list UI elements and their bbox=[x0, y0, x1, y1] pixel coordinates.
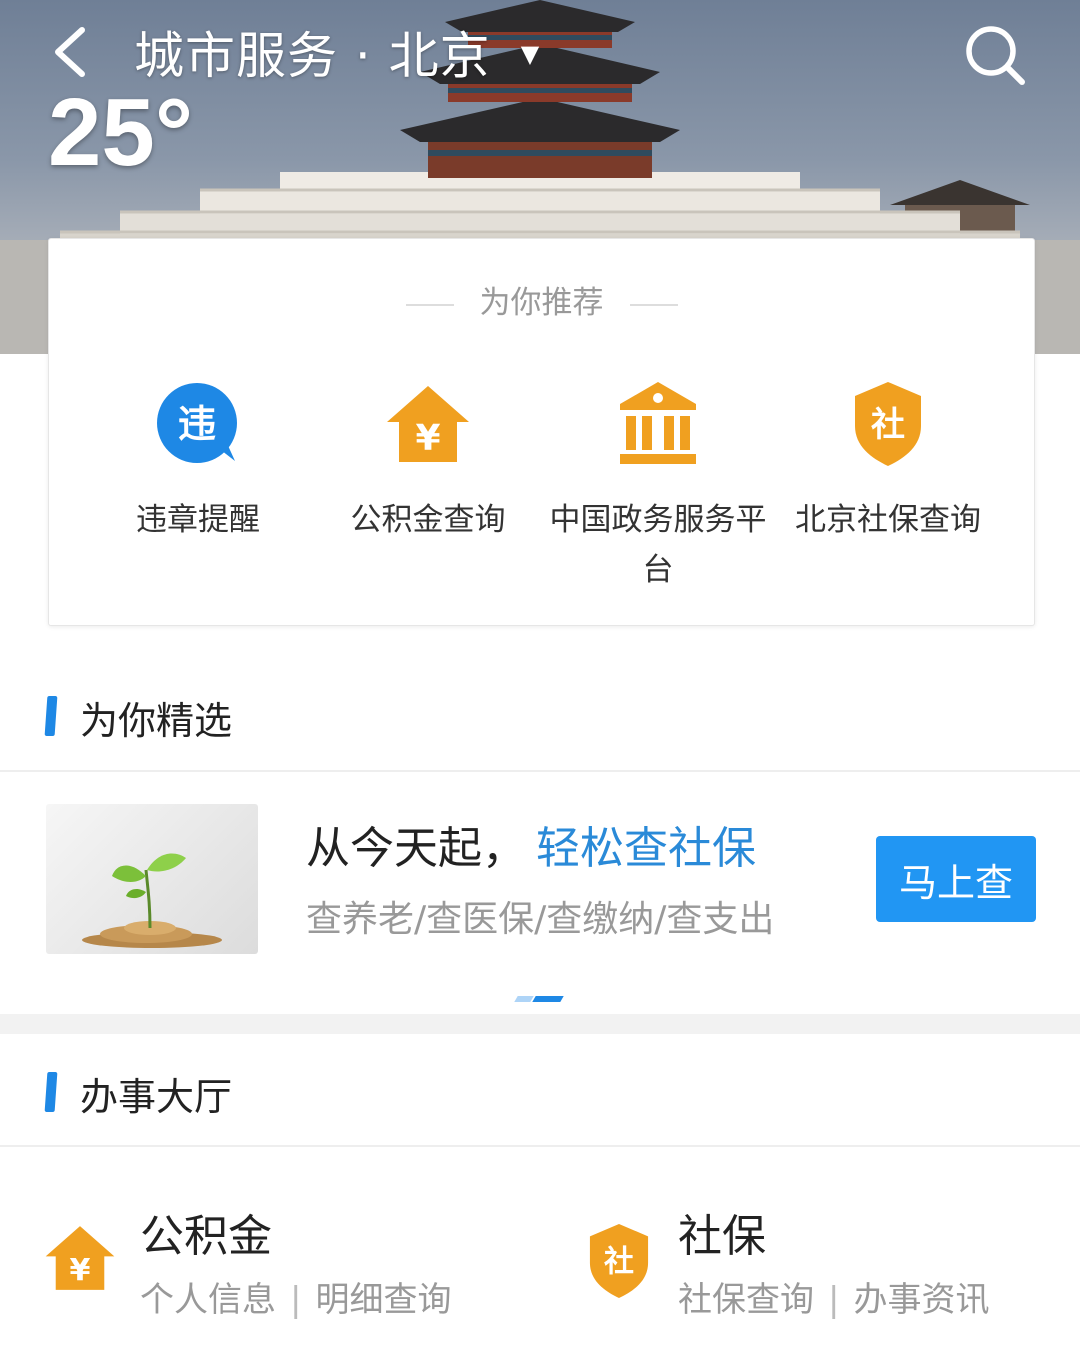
section-marker bbox=[44, 1072, 58, 1112]
back-button[interactable] bbox=[40, 22, 100, 82]
section-title: 为你精选 bbox=[80, 699, 233, 743]
banner-headline: 从今天起， 轻松查社保 bbox=[306, 812, 756, 876]
link-personal-info[interactable]: 个人信息 bbox=[140, 1280, 276, 1320]
link-social-security-query[interactable]: 社保查询 bbox=[678, 1280, 814, 1320]
recommend-item-label: 北京社保查询 bbox=[795, 502, 981, 538]
hall-item-links: 社保查询 | 办事资讯 bbox=[678, 1272, 989, 1321]
section-gap bbox=[0, 1014, 1080, 1034]
carousel-indicator[interactable] bbox=[514, 996, 566, 1002]
section-title: 办事大厅 bbox=[80, 1075, 233, 1119]
separator: | bbox=[290, 1280, 302, 1320]
recommend-title: 为你推荐 bbox=[49, 277, 1034, 322]
violation-icon: 违 bbox=[153, 379, 243, 469]
recommend-card: 为你推荐 违 违章提醒 ¥ 公积金查询 中国政务服务平台 社 北京社保查询 bbox=[48, 238, 1035, 626]
search-button[interactable] bbox=[962, 22, 1028, 88]
carousel-dot-active bbox=[532, 996, 564, 1002]
recommend-item-violation[interactable]: 违 违章提醒 bbox=[83, 379, 313, 595]
recommend-list: 违 违章提醒 ¥ 公积金查询 中国政务服务平台 社 北京社保查询 bbox=[83, 379, 1003, 595]
link-service-news[interactable]: 办事资讯 bbox=[853, 1280, 989, 1320]
svg-text:¥: ¥ bbox=[415, 418, 440, 459]
separator: | bbox=[828, 1280, 840, 1320]
title-line-right bbox=[629, 303, 678, 306]
carousel-dot bbox=[514, 996, 534, 1002]
hall-section-header: 办事大厅 bbox=[0, 1044, 1080, 1140]
chevron-left-icon bbox=[55, 27, 85, 77]
svg-text:社: 社 bbox=[604, 1245, 634, 1280]
banner-headline-text: 从今天起， bbox=[306, 823, 526, 874]
recommend-item-gov-platform[interactable]: 中国政务服务平台 bbox=[543, 379, 773, 595]
hall-item-title: 公积金 bbox=[140, 1211, 272, 1262]
city-selector[interactable]: 城市服务 · 北京 ▼ bbox=[134, 20, 540, 85]
featured-section-header: 为你精选 bbox=[0, 668, 1080, 764]
recommend-item-social-security[interactable]: 社 北京社保查询 bbox=[773, 379, 1003, 595]
featured-banner[interactable]: 从今天起， 轻松查社保 查养老/查医保/查缴纳/查支出 马上查 bbox=[0, 772, 1080, 1014]
hall-item-housing-fund[interactable]: ¥ 公积金 个人信息 | 明细查询 bbox=[44, 1190, 564, 1320]
banner-highlight: 轻松查社保 bbox=[536, 823, 756, 874]
caret-down-icon: ▼ bbox=[520, 40, 540, 68]
banner-subtitle: 查养老/查医保/查缴纳/查支出 bbox=[306, 899, 775, 940]
hall-item-links: 个人信息 | 明细查询 bbox=[140, 1272, 451, 1321]
housing-fund-icon: ¥ bbox=[383, 379, 473, 469]
svg-text:社: 社 bbox=[871, 405, 905, 445]
recommend-item-label: 公积金查询 bbox=[350, 502, 506, 538]
recommend-item-housing-fund[interactable]: ¥ 公积金查询 bbox=[313, 379, 543, 595]
recommend-title-text: 为你推荐 bbox=[479, 285, 604, 321]
temperature: 25° bbox=[48, 79, 194, 186]
svg-text:¥: ¥ bbox=[70, 1253, 91, 1288]
search-icon bbox=[966, 26, 1025, 85]
divider bbox=[0, 1145, 1080, 1147]
sprout-coins-image bbox=[46, 804, 258, 954]
government-building-icon bbox=[613, 379, 703, 469]
recommend-item-label: 违章提醒 bbox=[136, 502, 260, 538]
housing-fund-icon: ¥ bbox=[44, 1224, 120, 1300]
hall-item-social-security[interactable]: 社 社保 社保查询 | 办事资讯 bbox=[588, 1190, 1080, 1320]
svg-text:违: 违 bbox=[178, 402, 216, 446]
link-detail-query[interactable]: 明细查询 bbox=[315, 1280, 451, 1320]
social-security-icon: 社 bbox=[843, 379, 933, 469]
hall-item-title: 社保 bbox=[678, 1211, 766, 1262]
check-now-button[interactable]: 马上查 bbox=[876, 836, 1036, 922]
social-security-icon: 社 bbox=[588, 1224, 664, 1300]
section-marker bbox=[44, 696, 58, 736]
recommend-item-label: 中国政务服务平台 bbox=[549, 502, 767, 588]
title-line-left bbox=[405, 303, 454, 306]
